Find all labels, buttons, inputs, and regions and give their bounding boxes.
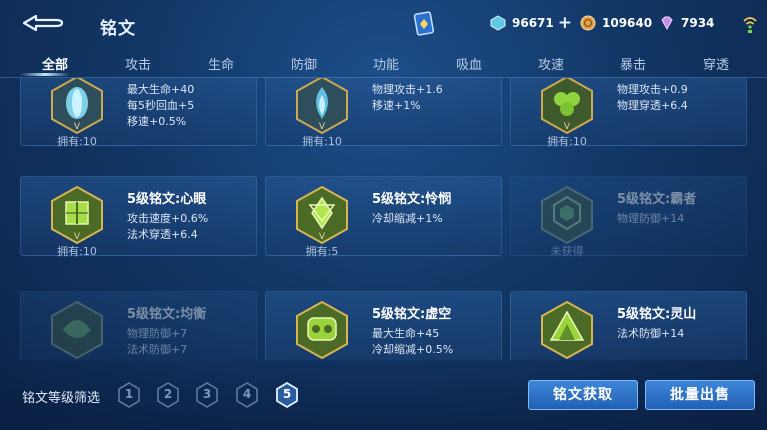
level-number: 3 <box>202 387 212 401</box>
diamond-icon <box>490 15 506 31</box>
add-diamond-button[interactable]: + <box>558 13 572 33</box>
blue-flame-inscription-icon: V <box>296 78 348 135</box>
tab-penetration[interactable]: 穿透 <box>686 54 746 73</box>
inscription-name: 5级铭文:心眼 <box>127 192 207 207</box>
tab-function[interactable]: 功能 <box>356 54 416 73</box>
tab-defense[interactable]: 防御 <box>274 54 334 73</box>
inscription-name: 5级铭文:虚空 <box>372 307 452 322</box>
inscription-card[interactable]: V 5级铭文:心眼 攻击速度+0.6% 法术穿透+6.4 拥有:10 <box>20 176 257 258</box>
level-number: 2 <box>163 387 173 401</box>
level-filter-2[interactable]: 2 <box>157 382 179 408</box>
inscription-card[interactable]: V 5级铭文:怜悯 冷却缩减+1% 拥有:5 <box>265 176 502 258</box>
active-tab-indicator <box>20 73 70 76</box>
inscription-card[interactable]: 5级铭文:均衡 物理防御+7 法术防御+7 <box>20 291 257 360</box>
level-number: 1 <box>124 387 134 401</box>
inscription-card[interactable]: V 物理攻击+0.9 物理穿透+6.4 拥有:10 <box>510 78 747 148</box>
inscription-book-icon[interactable] <box>413 10 435 38</box>
svg-text:V: V <box>564 122 571 132</box>
batch-sell-button[interactable]: 批量出售 <box>645 380 755 410</box>
owned-count: 拥有:5 <box>305 245 339 258</box>
tab-attack[interactable]: 攻击 <box>108 54 168 73</box>
inscription-name: 5级铭文:均衡 <box>127 307 207 322</box>
tab-all[interactable]: 全部 <box>25 54 85 73</box>
stat-line: 物理攻击+0.9 <box>617 83 688 96</box>
gold-balance: 109640 <box>580 13 652 33</box>
inscription-name: 5级铭文:灵山 <box>617 307 697 322</box>
level-filter-4[interactable]: 4 <box>236 382 258 408</box>
stat-line: 法术防御+7 <box>127 343 188 356</box>
stat-line: 法术防御+14 <box>617 327 685 340</box>
tab-lifesteal[interactable]: 吸血 <box>439 54 499 73</box>
gem-balance: 7934 <box>659 13 714 33</box>
owned-count: 拥有:10 <box>302 135 342 148</box>
stat-line: 物理攻击+1.6 <box>372 83 443 96</box>
back-arrow-icon <box>22 14 64 32</box>
spirit-mountain-inscription-icon <box>541 300 593 360</box>
level-number: 5 <box>282 387 292 401</box>
owned-count: 拥有:10 <box>57 245 97 258</box>
back-button[interactable] <box>20 12 66 34</box>
gold-count: 109640 <box>602 16 653 30</box>
overlord-inscription-icon <box>541 185 593 245</box>
inscription-name: 5级铭文:霸者 <box>617 192 697 207</box>
inscription-card[interactable]: V 最大生命+40 每5秒回血+5 移速+0.5% 拥有:10 <box>20 78 257 148</box>
gem-icon <box>661 16 673 31</box>
svg-text:V: V <box>74 122 81 132</box>
stat-line: 冷却缩减+1% <box>372 212 443 225</box>
svg-text:V: V <box>74 232 81 242</box>
inscription-card[interactable]: V 物理攻击+1.6 移速+1% 拥有:10 <box>265 78 502 148</box>
svg-text:V: V <box>319 122 326 132</box>
top-bar: 铭文 96671 + 109640 7934 <box>0 0 767 50</box>
tab-health[interactable]: 生命 <box>191 54 251 73</box>
inscription-grid: V 最大生命+40 每5秒回血+5 移速+0.5% 拥有:10 V 物理攻击+1… <box>0 78 767 360</box>
diamond-balance[interactable]: 96671 + <box>490 13 572 33</box>
level-filter-label: 铭文等级筛选 <box>22 391 101 406</box>
inscription-acquire-button[interactable]: 铭文获取 <box>528 380 638 410</box>
stat-line: 物理穿透+6.4 <box>617 99 688 112</box>
stat-line: 冷却缩减+0.5% <box>372 343 454 356</box>
owned-count: 未获得 <box>550 245 584 258</box>
mind-eye-inscription-icon: V <box>51 185 103 245</box>
stat-line: 物理防御+7 <box>127 327 188 340</box>
stat-line: 移速+1% <box>372 99 421 112</box>
gold-coin-icon <box>580 15 596 31</box>
gem-count: 7934 <box>681 16 715 30</box>
level-filter-3[interactable]: 3 <box>196 382 218 408</box>
tulip-inscription-icon: V <box>51 78 103 135</box>
void-inscription-icon <box>296 300 348 360</box>
tab-attack-speed[interactable]: 攻速 <box>521 54 581 73</box>
svg-text:V: V <box>319 232 326 242</box>
level-filter-1[interactable]: 1 <box>118 382 140 408</box>
category-tabs: 全部 攻击 生命 防御 功能 吸血 攻速 暴击 穿透 <box>0 50 767 78</box>
balance-inscription-icon <box>51 300 103 360</box>
stat-line: 最大生命+40 <box>127 83 195 96</box>
stat-line: 最大生命+45 <box>372 327 440 340</box>
stat-line: 法术穿透+6.4 <box>127 228 198 241</box>
owned-count: 拥有:10 <box>57 135 97 148</box>
inscription-card[interactable]: 5级铭文:霸者 物理防御+14 未获得 <box>510 176 747 258</box>
owned-count: 拥有:10 <box>547 135 587 148</box>
stat-line: 每5秒回血+5 <box>127 99 195 112</box>
inscription-name: 5级铭文:怜悯 <box>372 192 452 207</box>
page-title: 铭文 <box>100 19 136 39</box>
inscription-card[interactable]: 5级铭文:虚空 最大生命+45 冷却缩减+0.5% <box>265 291 502 360</box>
signal-icon <box>742 13 758 35</box>
green-clover-inscription-icon: V <box>541 78 593 135</box>
diamond-count: 96671 <box>512 16 554 30</box>
mercy-inscription-icon: V <box>296 185 348 245</box>
level-filter-5[interactable]: 5 <box>276 381 298 409</box>
stat-line: 物理防御+14 <box>617 212 685 225</box>
level-number: 4 <box>242 387 252 401</box>
tab-critical[interactable]: 暴击 <box>603 54 663 73</box>
stat-line: 移速+0.5% <box>127 115 187 128</box>
inscription-card[interactable]: 5级铭文:灵山 法术防御+14 <box>510 291 747 360</box>
stat-line: 攻击速度+0.6% <box>127 212 209 225</box>
